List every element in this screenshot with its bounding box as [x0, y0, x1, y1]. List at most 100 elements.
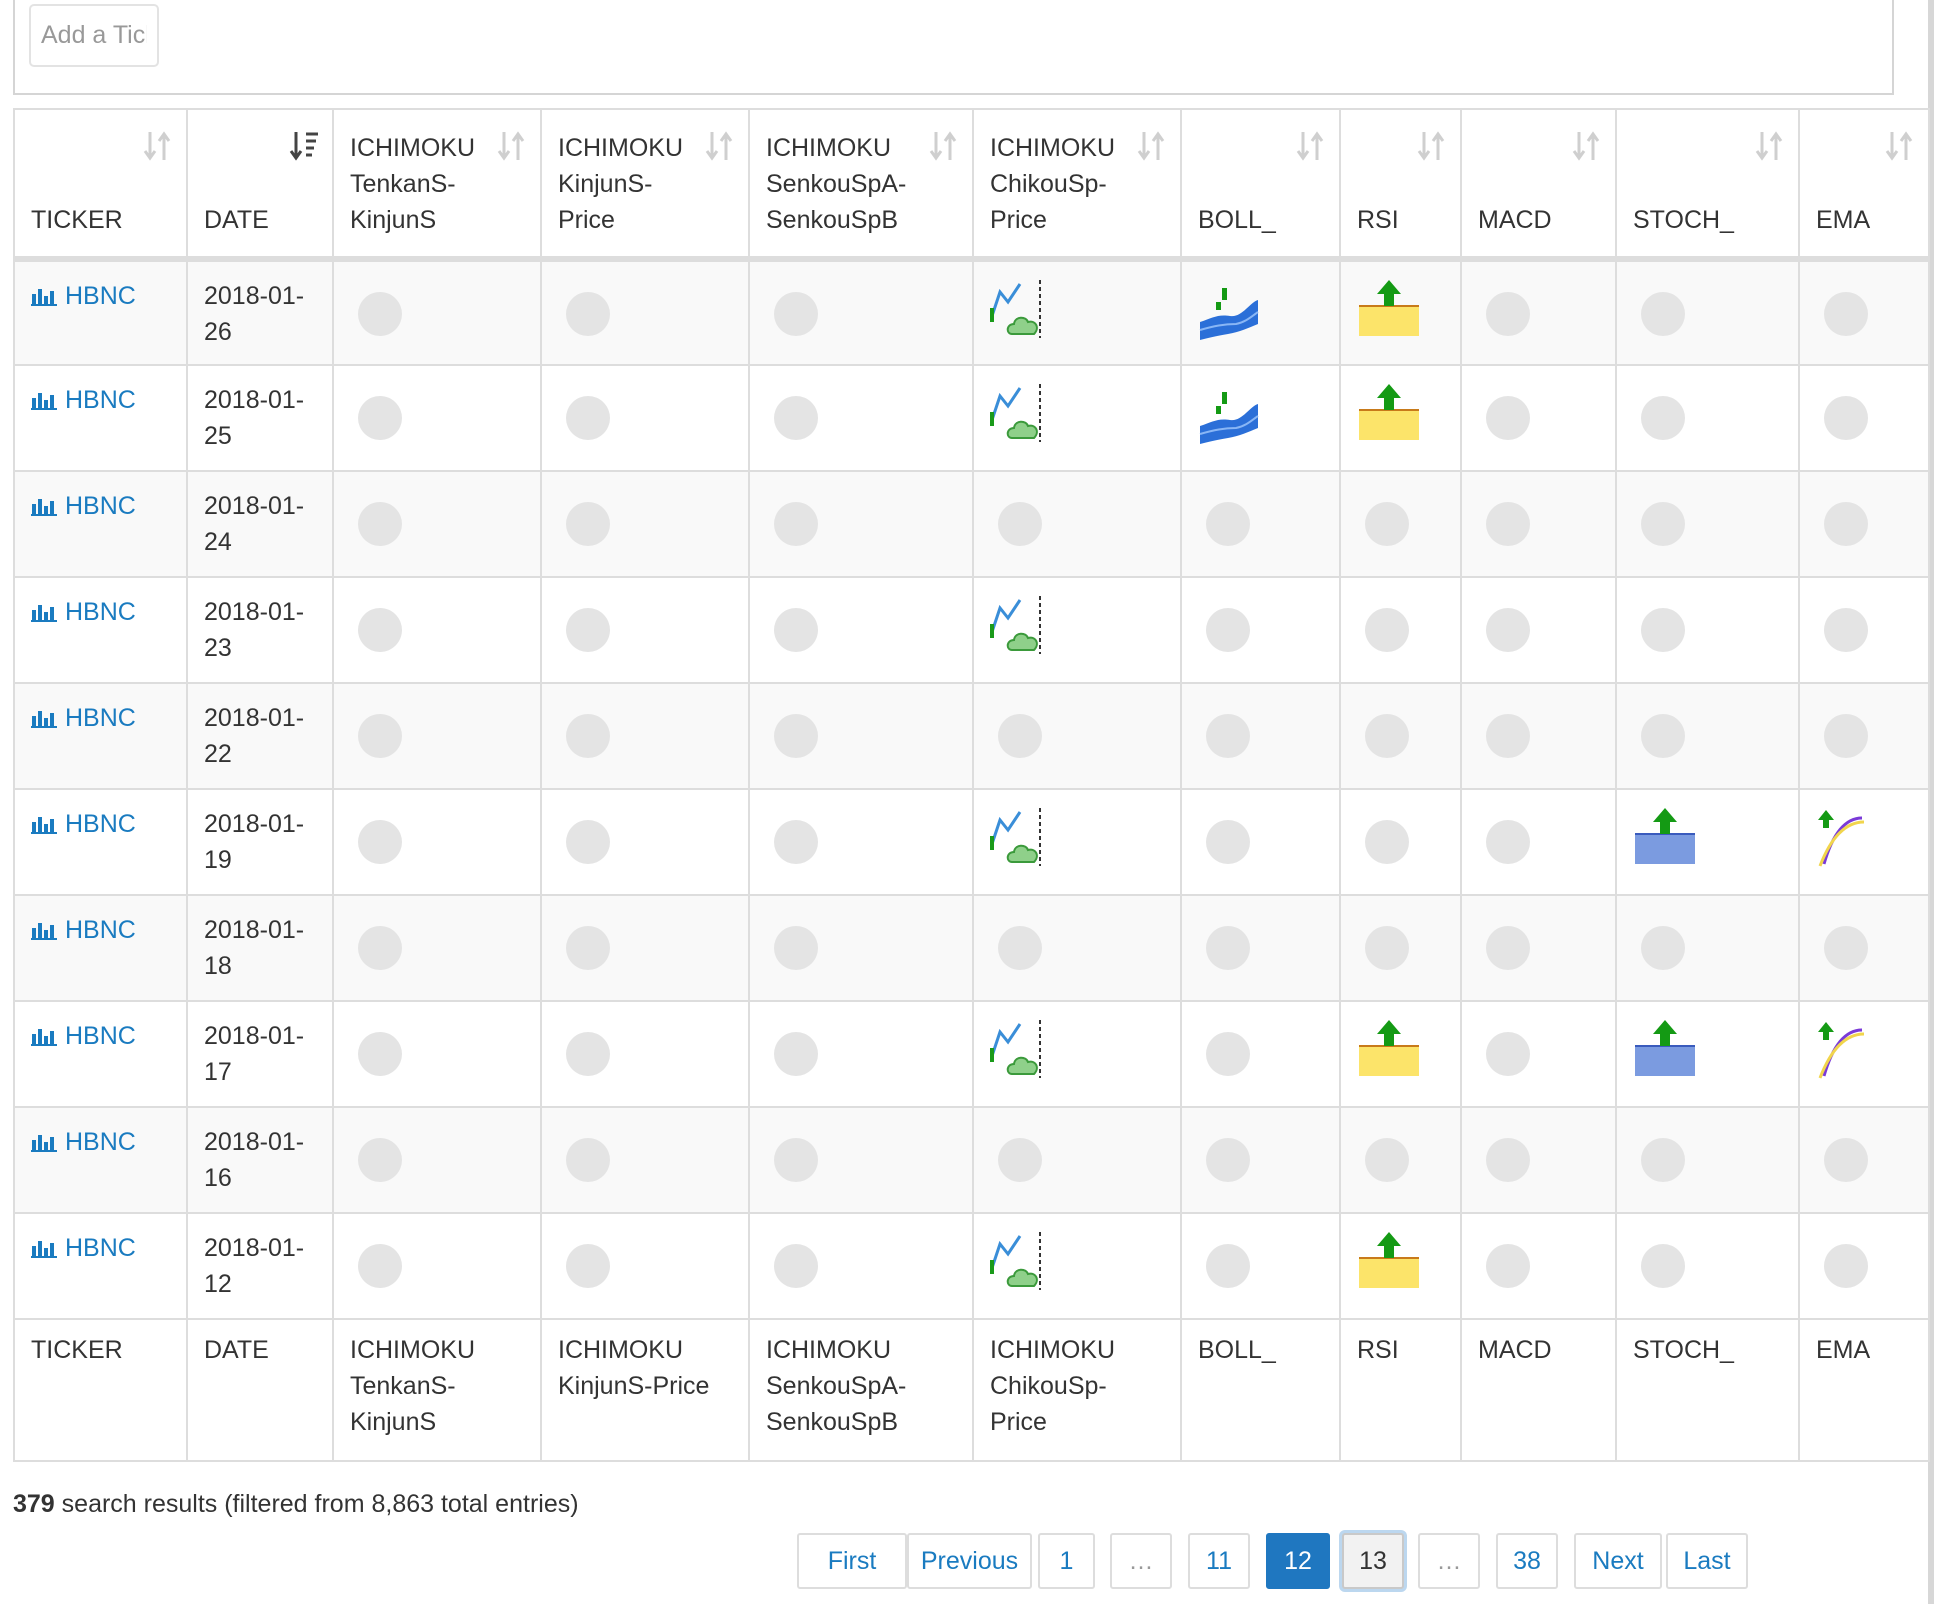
column-header-2[interactable]: ICHIMOKU TenkanS- KinjunS	[332, 108, 542, 260]
ticker-symbol: HBNC	[65, 492, 136, 520]
empty-signal-dot	[358, 1244, 402, 1288]
date-line: 2018-01-	[204, 492, 305, 520]
date-cell: 2018-01- 25	[186, 364, 334, 472]
empty-signal-dot	[1486, 1032, 1530, 1076]
signal-cell[interactable]	[1798, 788, 1930, 896]
ticker-search-input[interactable]	[29, 4, 159, 67]
page-11-button[interactable]: 11	[1188, 1533, 1250, 1589]
column-header-1[interactable]: DATE	[186, 108, 334, 260]
signal-cell[interactable]	[1339, 1000, 1462, 1108]
header-line: BOLL_	[1198, 206, 1276, 234]
signal-cell[interactable]	[972, 258, 1182, 366]
signal-cell	[1615, 576, 1800, 684]
signal-cell	[332, 576, 542, 684]
signal-cell[interactable]	[972, 364, 1182, 472]
column-header-8[interactable]: MACD	[1460, 108, 1617, 260]
date-line: 2018-01-	[204, 282, 305, 310]
next-page-button[interactable]: Next	[1574, 1533, 1662, 1589]
empty-signal-dot	[358, 1032, 402, 1076]
results-count: 379	[13, 1490, 55, 1518]
signal-cell	[1615, 682, 1800, 790]
signal-cell[interactable]	[1180, 258, 1341, 366]
date-cell: 2018-01- 26	[186, 258, 334, 366]
ticker-link[interactable]: HBNC	[31, 1022, 136, 1050]
ichimoku-chikou-icon	[988, 594, 1052, 666]
page-13-button[interactable]: 13	[1342, 1533, 1404, 1589]
table-row: HBNC 2018-01- 24	[13, 470, 1930, 578]
results-text: search results (filtered from 8,863 tota…	[54, 1490, 579, 1518]
signal-cell[interactable]	[1615, 1000, 1800, 1108]
page-ellipsis: …	[1418, 1533, 1480, 1589]
sort-icon	[928, 128, 958, 164]
empty-signal-dot	[998, 502, 1042, 546]
ema-up-icon	[1814, 1018, 1870, 1090]
empty-signal-dot	[1206, 1244, 1250, 1288]
signal-cell	[1460, 1106, 1617, 1214]
column-footer-3: ICHIMOKU KinjunS-Price	[540, 1318, 750, 1462]
signal-cell[interactable]	[1339, 1212, 1462, 1320]
signal-cell	[1460, 682, 1617, 790]
date-line: 2018-01-	[204, 1022, 305, 1050]
signal-cell[interactable]	[972, 788, 1182, 896]
empty-signal-dot	[774, 714, 818, 758]
empty-signal-dot	[998, 714, 1042, 758]
sort-icon	[1136, 128, 1166, 164]
column-header-6[interactable]: BOLL_	[1180, 108, 1341, 260]
last-page-button[interactable]: Last	[1666, 1533, 1748, 1589]
ticker-link[interactable]: HBNC	[31, 704, 136, 732]
column-header-10[interactable]: EMA	[1798, 108, 1930, 260]
signal-cell	[1339, 470, 1462, 578]
column-header-9[interactable]: STOCH_	[1615, 108, 1800, 260]
column-header-7[interactable]: RSI	[1339, 108, 1462, 260]
column-header-5[interactable]: ICHIMOKU ChikouSp- Price	[972, 108, 1182, 260]
signal-cell[interactable]	[972, 1212, 1182, 1320]
signal-cell[interactable]	[1798, 1000, 1930, 1108]
empty-signal-dot	[1206, 714, 1250, 758]
ticker-link[interactable]: HBNC	[31, 386, 136, 414]
column-header-4[interactable]: ICHIMOKU SenkouSpA- SenkouSpB	[748, 108, 974, 260]
date-line: 2018-01-	[204, 916, 305, 944]
column-footer-5: ICHIMOKU ChikouSp- Price	[972, 1318, 1182, 1462]
ticker-cell: HBNC	[13, 258, 188, 366]
bar-chart-icon	[31, 1126, 59, 1152]
header-line: RSI	[1357, 206, 1399, 234]
date-cell: 2018-01- 16	[186, 1106, 334, 1214]
signal-cell[interactable]	[1339, 364, 1462, 472]
first-page-button[interactable]: First	[797, 1533, 907, 1589]
column-header-0[interactable]: TICKER	[13, 108, 188, 260]
header-line: SenkouSpB	[766, 206, 899, 234]
signal-cell	[748, 682, 974, 790]
date-line: 22	[204, 740, 232, 768]
ticker-link[interactable]: HBNC	[31, 598, 136, 626]
signal-cell[interactable]	[972, 1000, 1182, 1108]
empty-signal-dot	[566, 1138, 610, 1182]
previous-page-button[interactable]: Previous	[907, 1533, 1032, 1589]
page-1-button[interactable]: 1	[1038, 1533, 1095, 1589]
signal-cell	[332, 682, 542, 790]
date-text: 2018-01- 24	[204, 488, 332, 560]
empty-signal-dot	[1486, 926, 1530, 970]
date-text: 2018-01- 23	[204, 594, 332, 666]
signal-cell[interactable]	[1615, 788, 1800, 896]
page-12-button[interactable]: 12	[1266, 1533, 1330, 1589]
signal-cell	[972, 470, 1182, 578]
ticker-link[interactable]: HBNC	[31, 282, 136, 310]
ticker-link[interactable]: HBNC	[31, 810, 136, 838]
ticker-link[interactable]: HBNC	[31, 492, 136, 520]
page-38-button[interactable]: 38	[1496, 1533, 1558, 1589]
ticker-link[interactable]: HBNC	[31, 916, 136, 944]
empty-signal-dot	[774, 1032, 818, 1076]
table-row: HBNC 2018-01- 23	[13, 576, 1930, 684]
ticker-link[interactable]: HBNC	[31, 1234, 136, 1262]
empty-signal-dot	[1486, 1138, 1530, 1182]
empty-signal-dot	[774, 926, 818, 970]
column-header-label: BOLL_	[1198, 202, 1339, 238]
signal-cell[interactable]	[1339, 258, 1462, 366]
column-header-3[interactable]: ICHIMOKU KinjunS- Price	[540, 108, 750, 260]
signal-cell	[1798, 1212, 1930, 1320]
signal-cell[interactable]	[1180, 364, 1341, 472]
ticker-link[interactable]: HBNC	[31, 1128, 136, 1156]
empty-signal-dot	[1824, 1138, 1868, 1182]
signal-cell[interactable]	[972, 576, 1182, 684]
empty-signal-dot	[566, 608, 610, 652]
